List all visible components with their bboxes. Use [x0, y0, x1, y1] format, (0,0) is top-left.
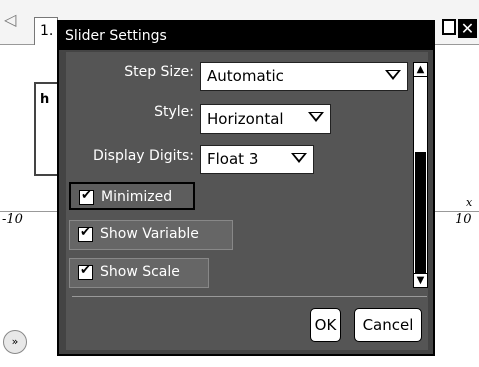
step-size-dropdown[interactable]: Automatic — [200, 62, 408, 91]
tab-label: 1. — [40, 23, 54, 39]
chevron-down-icon — [291, 153, 307, 163]
show-scale-label: Show Scale — [100, 264, 180, 280]
cancel-button[interactable]: Cancel — [354, 308, 422, 342]
background-box-letter: h — [40, 92, 50, 107]
show-variable-label: Show Variable — [100, 226, 199, 242]
tab-page-1[interactable]: 1. — [34, 17, 58, 45]
ok-button[interactable]: OK — [310, 308, 341, 342]
scrollbar-thumb[interactable] — [415, 152, 426, 273]
show-variable-checkbox[interactable]: Show Variable — [69, 220, 233, 250]
slider-settings-dialog: Slider Settings Step Size: Automatic Sty… — [57, 20, 435, 356]
checkbox-checked-icon — [78, 225, 93, 242]
display-digits-value: Float 3 — [207, 150, 259, 168]
axis-variable-label: x — [466, 196, 473, 209]
page-nav-chevron-icon[interactable]: » — [3, 330, 27, 354]
step-size-value: Automatic — [207, 67, 284, 85]
chevron-down-icon — [385, 70, 401, 80]
chevron-down-icon — [308, 112, 324, 122]
minimized-label: Minimized — [101, 189, 173, 205]
step-size-label: Step Size: — [124, 64, 194, 80]
axis-min-label: -10 — [2, 212, 23, 227]
display-digits-dropdown[interactable]: Float 3 — [200, 145, 314, 174]
axis-max-label: 10 — [455, 212, 472, 227]
show-scale-checkbox[interactable]: Show Scale — [69, 258, 209, 288]
dialog-title: Slider Settings — [59, 22, 433, 50]
scroll-down-arrow-icon[interactable]: ▼ — [413, 273, 428, 288]
style-dropdown[interactable]: Horizontal — [200, 104, 331, 134]
dialog-divider — [72, 296, 427, 297]
checkbox-checked-icon — [79, 188, 94, 205]
tab-scroll-left-button[interactable]: ◁ — [4, 10, 16, 29]
minimized-checkbox[interactable]: Minimized — [69, 182, 195, 210]
checkbox-checked-icon — [78, 263, 93, 280]
scroll-up-arrow-icon[interactable]: ▲ — [413, 62, 428, 77]
style-value: Horizontal — [207, 110, 284, 128]
style-label: Style: — [154, 104, 194, 120]
display-digits-label: Display Digits: — [92, 148, 194, 164]
pin-icon[interactable] — [442, 19, 456, 35]
close-icon[interactable]: ✕ — [458, 19, 477, 38]
